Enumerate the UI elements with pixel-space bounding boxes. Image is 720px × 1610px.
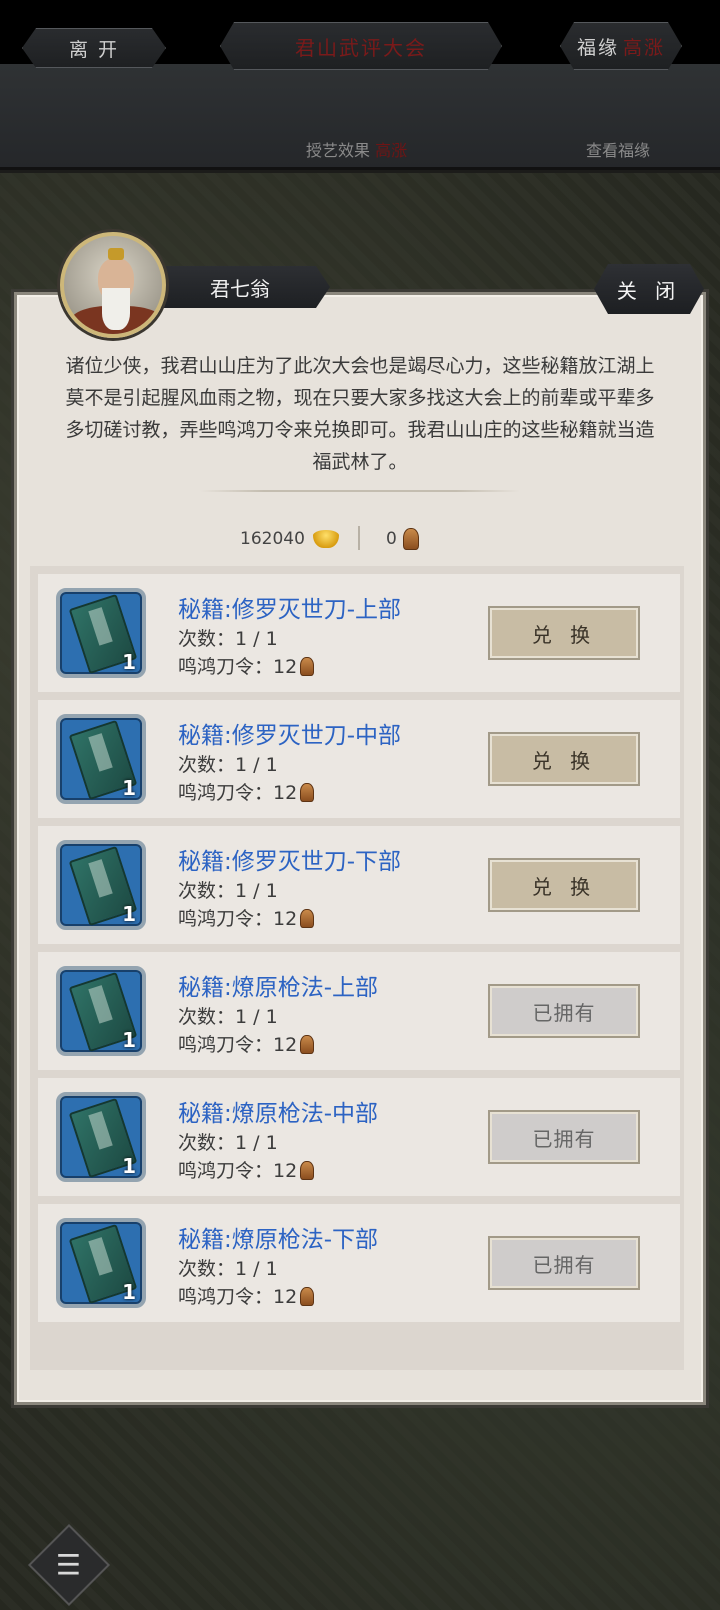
item-count: 次数：1 / 1 [178,754,278,776]
item-title: 秘籍:燎原枪法-上部 [178,975,379,1001]
item-cost: 鸣鸿刀令：12 [178,1282,315,1309]
intro-text: 诸位少侠，我君山山庄为了此次大会也是竭尽心力，这些秘籍放江湖上莫不是引起腥风血雨… [65,355,655,473]
manual-book-icon[interactable]: 1 [56,1218,146,1308]
item-qty: 1 [122,776,136,800]
item-title: 秘籍:燎原枪法-下部 [178,1227,379,1253]
list-item: 1 秘籍:修罗灭世刀-下部 次数：1 / 1 鸣鸿刀令：12 兑 换 [38,826,680,944]
list-item: 1 秘籍:修罗灭世刀-中部 次数：1 / 1 鸣鸿刀令：12 兑 换 [38,700,680,818]
fortune-button[interactable]: 福缘 高涨 [560,22,682,70]
item-qty: 1 [122,1154,136,1178]
blade-token-icon [300,1161,315,1180]
exchange-button[interactable]: 兑 换 [488,606,640,660]
manual-book-icon[interactable]: 1 [56,588,146,678]
leave-button[interactable]: 离 开 [22,28,166,68]
item-cost: 鸣鸿刀令：12 [178,1030,315,1057]
item-count: 次数：1 / 1 [178,1132,278,1154]
npc-avatar [60,232,166,338]
blade-token-icon [300,909,315,928]
fortune-value: 高涨 [623,36,666,59]
item-count: 次数：1 / 1 [178,628,278,650]
skill-effect-value: 高涨 [375,141,408,160]
item-cost-text: 鸣鸿刀令：12 [178,1160,298,1182]
list-item: 1 秘籍:燎原枪法-中部 次数：1 / 1 鸣鸿刀令：12 已拥有 [38,1078,680,1196]
item-qty: 1 [122,650,136,674]
ornament-divider [200,490,520,492]
item-cost-text: 鸣鸿刀令：12 [178,1286,298,1308]
item-cost: 鸣鸿刀令：12 [178,778,315,805]
item-title: 秘籍:修罗灭世刀-中部 [178,723,402,749]
token-balance: 0 [386,524,419,554]
item-title: 秘籍:燎原枪法-中部 [178,1101,379,1127]
event-title: 君山武评大会 [220,22,502,70]
item-title: 秘籍:修罗灭世刀-下部 [178,849,402,875]
item-title: 秘籍:修罗灭世刀-上部 [178,597,402,623]
chat-icon: ☰ [56,1548,82,1582]
currency-separator [358,526,360,550]
owned-button[interactable]: 已拥有 [488,1236,640,1290]
item-cost-text: 鸣鸿刀令：12 [178,656,298,678]
item-qty: 1 [122,902,136,926]
blade-token-icon [300,1287,315,1306]
manual-book-icon[interactable]: 1 [56,1092,146,1182]
item-cost-text: 鸣鸿刀令：12 [178,1034,298,1056]
list-item: 1 秘籍:燎原枪法-下部 次数：1 / 1 鸣鸿刀令：12 已拥有 [38,1204,680,1322]
item-count: 次数：1 / 1 [178,1258,278,1280]
list-item: 1 秘籍:修罗灭世刀-上部 次数：1 / 1 鸣鸿刀令：12 兑 换 [38,574,680,692]
manual-book-icon[interactable]: 1 [56,966,146,1056]
exchange-button[interactable]: 兑 换 [488,858,640,912]
close-label: 关 闭 [616,278,682,303]
list-item: 1 秘籍:燎原枪法-上部 次数：1 / 1 鸣鸿刀令：12 已拥有 [38,952,680,1070]
event-title-text: 君山武评大会 [295,35,427,60]
blade-token-icon [402,528,419,550]
fortune-label: 福缘 [576,36,619,59]
item-cost: 鸣鸿刀令：12 [178,652,315,679]
gold-balance: 162040 [240,524,339,554]
blade-token-icon [300,657,315,676]
leave-label: 离 开 [68,38,120,61]
gold-amount: 162040 [240,529,305,549]
owned-button[interactable]: 已拥有 [488,984,640,1038]
item-cost-text: 鸣鸿刀令：12 [178,782,298,804]
close-button[interactable]: 关 闭 [594,264,704,314]
item-qty: 1 [122,1280,136,1304]
view-fortune-link[interactable]: 查看福缘 [586,137,650,161]
item-count: 次数：1 / 1 [178,880,278,902]
token-amount: 0 [386,529,397,549]
skill-effect-text: 授艺效果 [306,141,371,160]
blade-token-icon [300,1035,315,1054]
item-count: 次数：1 / 1 [178,1006,278,1028]
owned-button[interactable]: 已拥有 [488,1110,640,1164]
blade-token-icon [300,783,315,802]
gold-ingot-icon [312,530,339,548]
skill-effect-label: 授艺效果 高涨 [306,137,407,161]
item-cost: 鸣鸿刀令：12 [178,904,315,931]
item-cost: 鸣鸿刀令：12 [178,1156,315,1183]
manual-book-icon[interactable]: 1 [56,714,146,804]
manual-book-icon[interactable]: 1 [56,840,146,930]
item-cost-text: 鸣鸿刀令：12 [178,908,298,930]
npc-name: 君七翁 [210,276,270,301]
item-qty: 1 [122,1028,136,1052]
exchange-button[interactable]: 兑 换 [488,732,640,786]
npc-name-plate: 君七翁 [150,266,330,308]
